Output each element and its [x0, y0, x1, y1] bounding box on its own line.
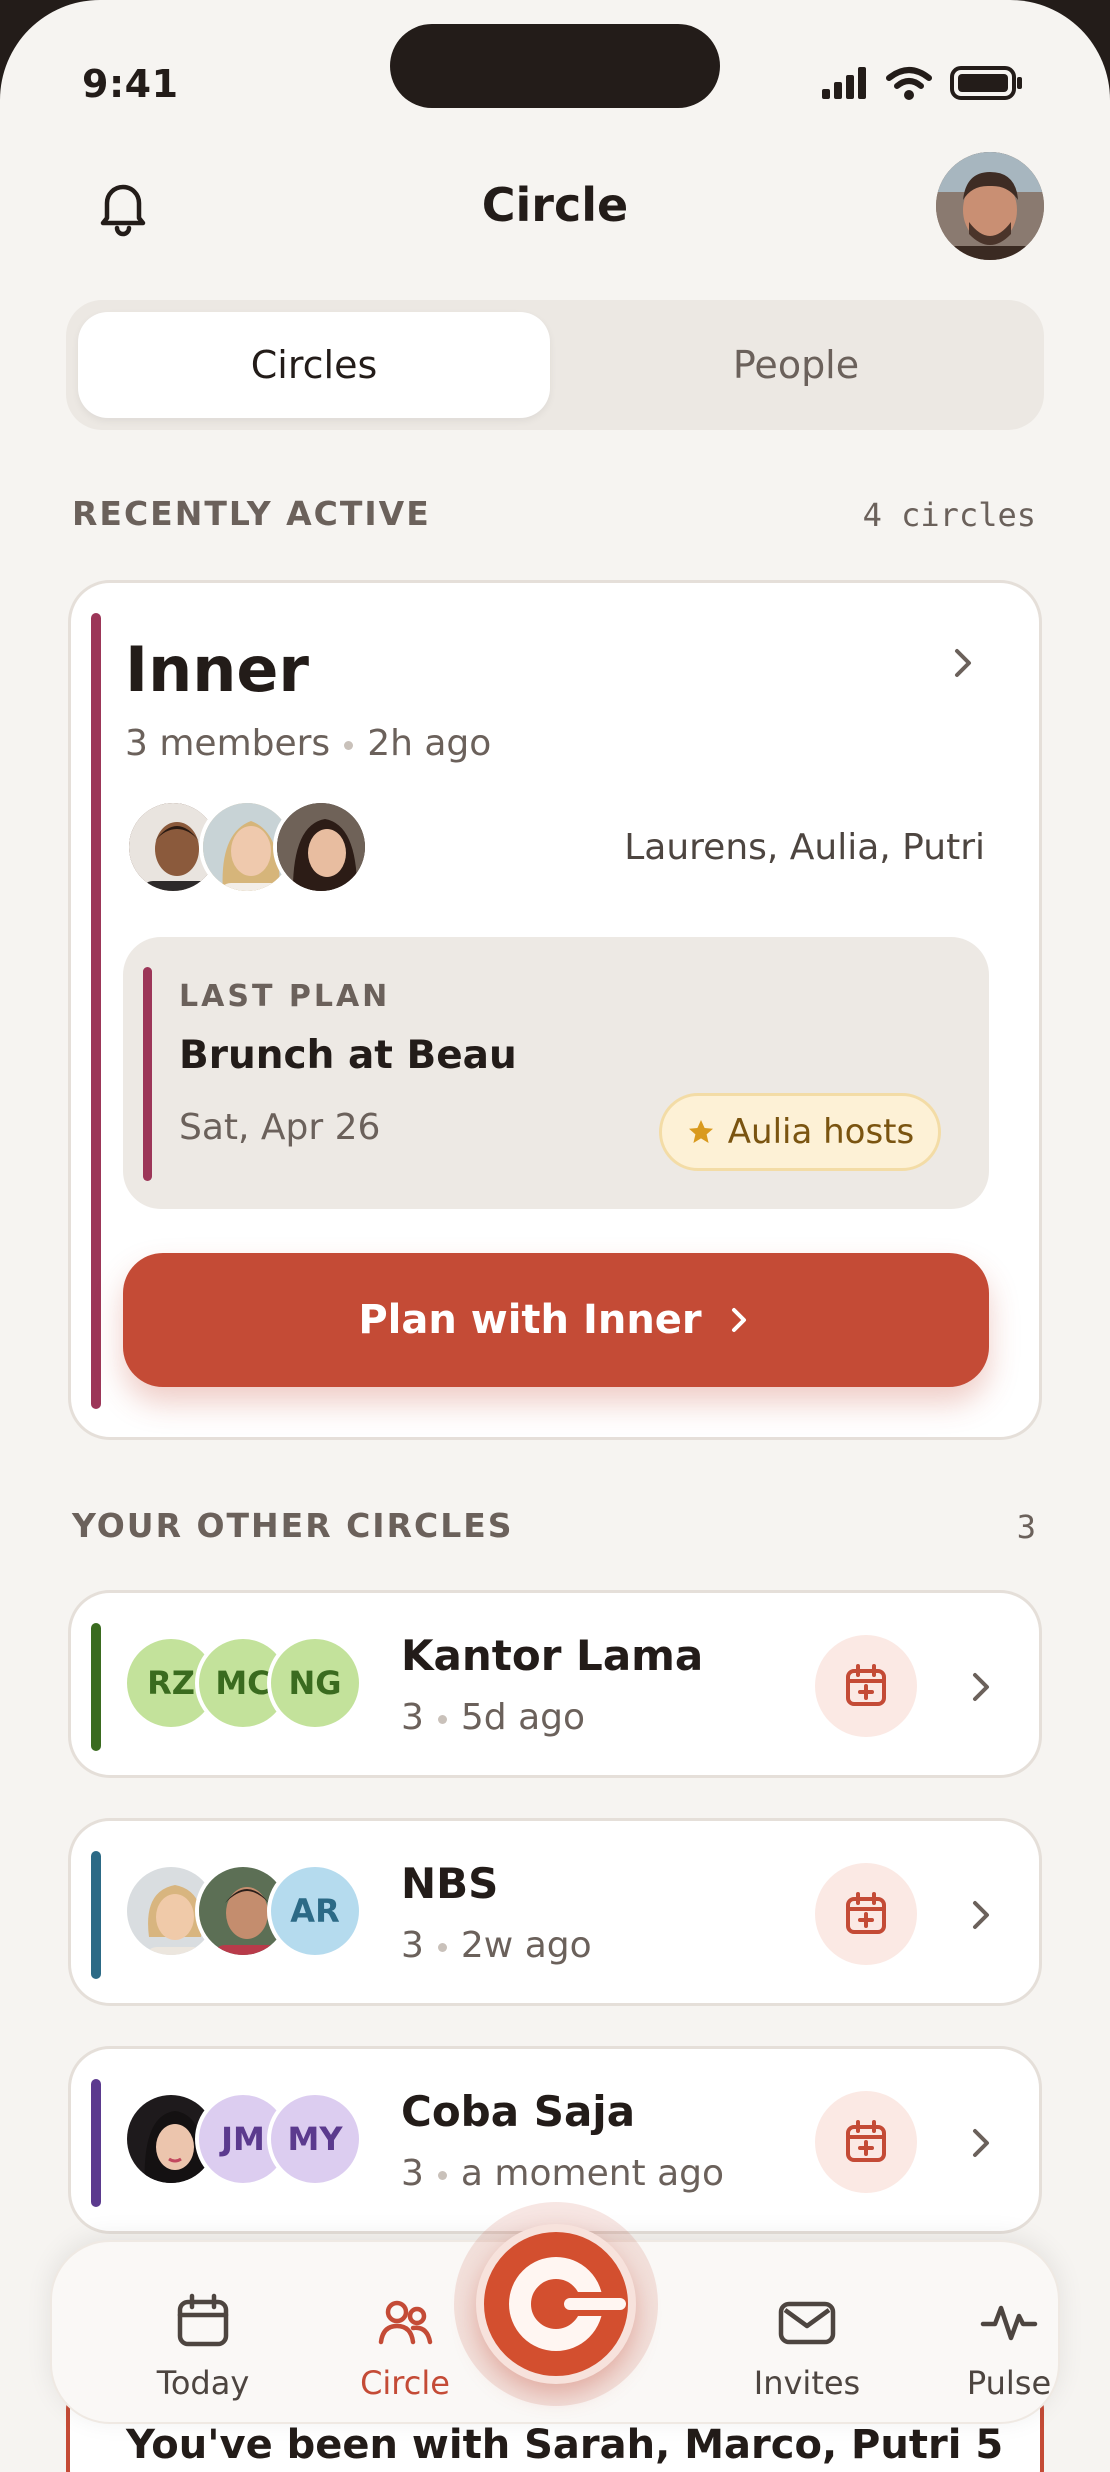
- member-initials: MY: [267, 2091, 363, 2187]
- circle-row-kantor-lama[interactable]: RZ MC NG Kantor Lama 3 5d ago: [68, 1590, 1042, 1778]
- circle-name: Inner: [125, 633, 309, 706]
- star-icon: [688, 1120, 713, 1143]
- circle-accent-bar: [91, 1623, 101, 1751]
- circle-member-count: 3: [401, 1925, 424, 1966]
- circle-member-names: Laurens, Aulia, Putri: [624, 827, 985, 868]
- circle-accent-bar: [91, 2079, 101, 2207]
- tab-pulse[interactable]: Pulse: [924, 2292, 1094, 2402]
- circle-card-inner[interactable]: Inner 3 members 2h ago Laurens, Aulia, P…: [68, 580, 1042, 1440]
- create-plan-button[interactable]: [476, 2224, 636, 2384]
- wifi-icon: [886, 67, 932, 100]
- circle-name: Coba Saja: [401, 2087, 636, 2136]
- schedule-plan-button[interactable]: [815, 1863, 917, 1965]
- member-initials: AR: [267, 1863, 363, 1959]
- schedule-plan-button[interactable]: [815, 2091, 917, 2193]
- circle-last-active: a moment ago: [460, 2153, 725, 2194]
- circle-accent-bar: [91, 1851, 101, 1979]
- signal-icon: [822, 67, 866, 99]
- host-badge: Aulia hosts: [659, 1093, 941, 1171]
- member-avatar: [273, 799, 369, 895]
- profile-avatar[interactable]: [936, 152, 1044, 260]
- separator-dot: [437, 1942, 447, 1952]
- recently-active-count: 4 circles: [862, 496, 1036, 534]
- circle-last-active: 2h ago: [367, 723, 492, 764]
- app-screen: 9:41 Circle Circles People RECENTLY ACTI…: [0, 0, 1110, 2472]
- battery-icon: [950, 66, 1022, 100]
- separator-dot: [344, 740, 354, 750]
- circle-meta: 3 a moment ago: [401, 2153, 724, 2194]
- tab-label: Today: [156, 2364, 250, 2402]
- circle-meta: 3 5d ago: [401, 1697, 585, 1738]
- member-portrait-icon: [277, 803, 365, 891]
- plan-with-circle-button[interactable]: Plan with Inner: [123, 1253, 989, 1387]
- last-plan-date: Sat, Apr 26: [179, 1107, 381, 1148]
- tab-circles[interactable]: Circles: [78, 312, 550, 418]
- chevron-right-icon[interactable]: [943, 643, 983, 683]
- circle-name: Kantor Lama: [401, 1631, 704, 1680]
- tab-invites[interactable]: Invites: [722, 2292, 892, 2402]
- last-plan-panel[interactable]: LAST PLAN Brunch at Beau Sat, Apr 26 Aul…: [123, 937, 989, 1209]
- calendar-add-icon: [846, 2120, 886, 2162]
- last-plan-label: LAST PLAN: [179, 979, 391, 1014]
- circle-row-nbs[interactable]: AR NBS 3 2w ago: [68, 1818, 1042, 2006]
- separator-dot: [437, 1714, 447, 1724]
- circle-meta: 3 members 2h ago: [125, 723, 491, 764]
- circle-last-active: 5d ago: [460, 1697, 586, 1738]
- envelope-icon: [778, 2301, 836, 2345]
- plan-button-label: Plan with Inner: [358, 1297, 702, 1343]
- pulse-icon: [980, 2305, 1038, 2341]
- separator-dot: [437, 2170, 447, 2180]
- schedule-plan-button[interactable]: [815, 1635, 917, 1737]
- insight-banner-text: You've been with Sarah, Marco, Putri 5: [126, 2422, 1004, 2468]
- calendar-icon: [177, 2293, 229, 2347]
- circle-name: NBS: [401, 1859, 499, 1908]
- circle-member-count: 3 members: [125, 723, 331, 764]
- last-plan-accent-bar: [143, 967, 152, 1181]
- tab-today[interactable]: Today: [118, 2292, 288, 2402]
- calendar-add-icon: [846, 1892, 886, 1934]
- circle-member-count: 3: [401, 2153, 424, 2194]
- circle-meta: 3 2w ago: [401, 1925, 592, 1966]
- status-icons: [822, 66, 1024, 100]
- other-circles-heading: YOUR OTHER CIRCLES: [72, 1506, 514, 1545]
- circle-member-count: 3: [401, 1697, 424, 1738]
- member-initials: NG: [267, 1635, 363, 1731]
- chevron-right-icon: [731, 1308, 746, 1332]
- tab-people[interactable]: People: [560, 312, 1032, 418]
- chevron-right-icon[interactable]: [961, 1895, 1001, 1935]
- last-plan-title: Brunch at Beau: [179, 1033, 517, 1078]
- avatar-portrait-icon: [936, 152, 1044, 260]
- other-circles-count: 3: [1016, 1508, 1036, 1546]
- app-logo-icon: [509, 2257, 626, 2351]
- calendar-add-icon: [846, 1664, 886, 1706]
- status-time: 9:41: [82, 62, 179, 106]
- people-icon: [378, 2300, 433, 2345]
- chevron-right-icon[interactable]: [961, 2123, 1001, 2163]
- tab-label: Circle: [360, 2364, 450, 2402]
- dynamic-island: [390, 24, 720, 108]
- circle-accent-bar: [91, 613, 101, 1409]
- chevron-right-icon[interactable]: [961, 1667, 1001, 1707]
- circle-last-active: 2w ago: [460, 1925, 592, 1966]
- segmented-control: Circles People: [66, 300, 1044, 430]
- recently-active-heading: RECENTLY ACTIVE: [72, 494, 431, 533]
- tab-label: Invites: [753, 2364, 861, 2402]
- tab-label: Pulse: [966, 2364, 1052, 2402]
- host-label: Aulia hosts: [727, 1112, 915, 1152]
